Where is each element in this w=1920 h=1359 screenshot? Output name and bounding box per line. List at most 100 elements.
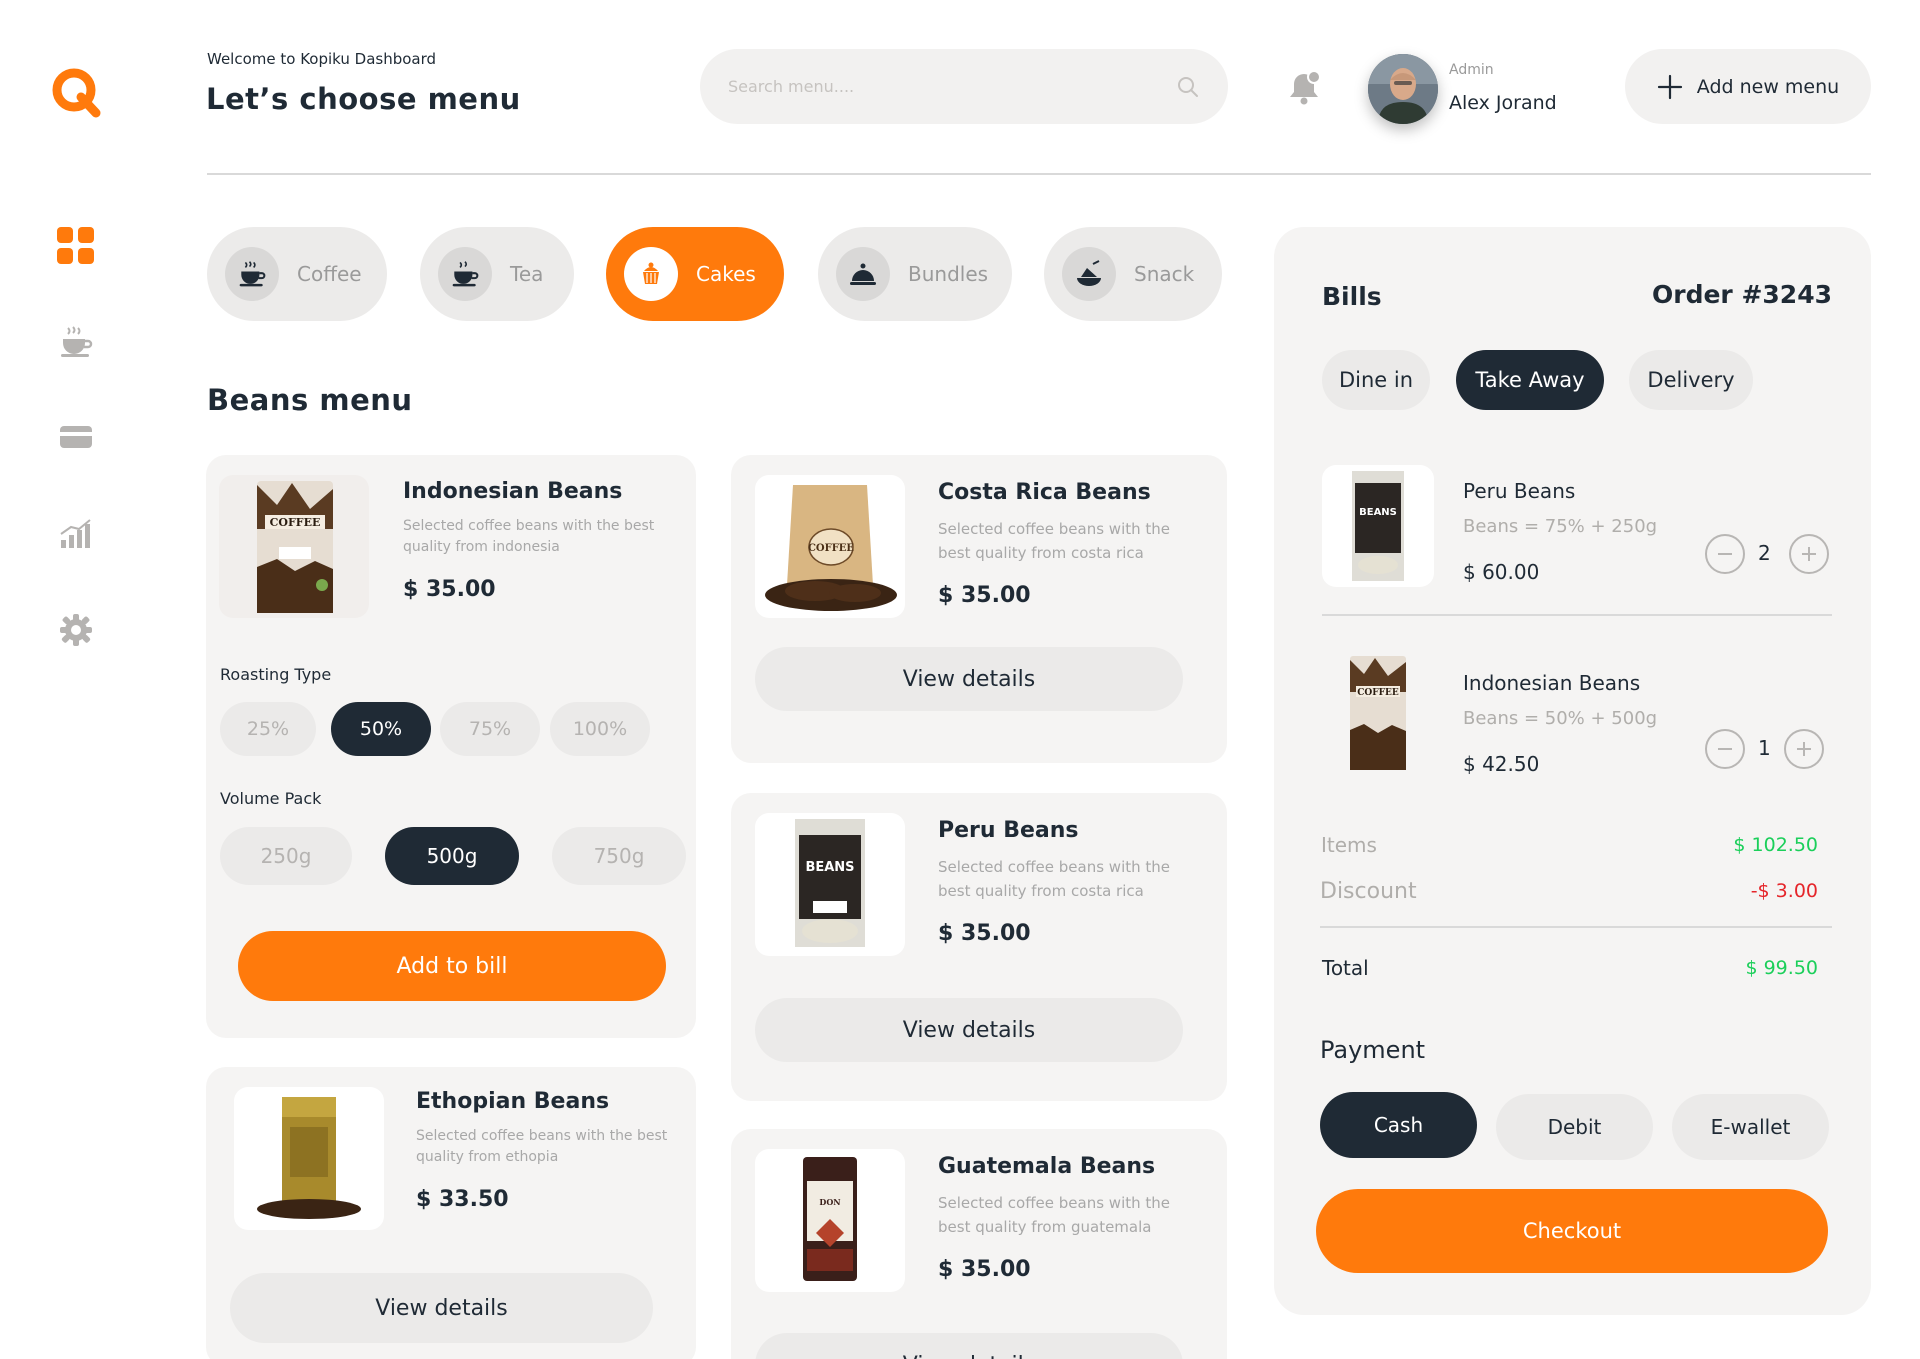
section-title: Beans menu (207, 383, 413, 417)
payment-cash-button[interactable]: Cash (1320, 1092, 1477, 1158)
search-input[interactable] (728, 77, 1176, 96)
coffee-cup-icon (61, 326, 93, 357)
plus-icon (1657, 74, 1682, 99)
roasting-option-25[interactable]: 25% (220, 702, 316, 756)
product-card-indonesian: COFFEE Indonesian Beans Selected coffee … (206, 455, 696, 1038)
roasting-option-75[interactable]: 75% (440, 702, 540, 756)
roasting-option-100[interactable]: 100% (550, 702, 650, 756)
search-icon[interactable] (1176, 75, 1200, 99)
coffee-bag-image: COFFEE (765, 485, 897, 611)
product-image (234, 1087, 384, 1230)
discount-label: Discount (1320, 879, 1417, 904)
category-coffee[interactable]: Coffee (207, 227, 387, 321)
coffee-cup-icon (239, 261, 266, 287)
header-divider (207, 173, 1871, 175)
avatar[interactable] (1368, 54, 1438, 124)
product-description: Selected coffee beans with the best qual… (403, 518, 655, 555)
sidebar-item-payments[interactable] (56, 417, 96, 457)
product-card-costa-rica: COFFEE Costa Rica Beans Selected coffee … (731, 455, 1227, 763)
bill-item-detail: Beans = 50% + 500g (1463, 708, 1658, 729)
product-card-guatemala: DON Guatemala Beans Selected coffee bean… (731, 1129, 1227, 1359)
product-price: $ 35.00 (938, 921, 1031, 946)
category-label: Bundles (908, 262, 989, 286)
product-card-peru: BEANS Peru Beans Selected coffee beans w… (731, 793, 1227, 1101)
coffee-bag-image: BEANS (795, 819, 865, 947)
checkout-button[interactable]: Checkout (1316, 1189, 1828, 1273)
credit-card-icon (60, 426, 92, 448)
snack-plate-icon (1077, 260, 1101, 286)
payment-debit-button[interactable]: Debit (1496, 1094, 1653, 1160)
category-label: Coffee (297, 262, 362, 286)
plus-icon (1797, 742, 1811, 756)
category-label: Cakes (696, 262, 756, 286)
category-bundles[interactable]: Bundles (818, 227, 1012, 321)
product-description: Selected coffee beans with the best qual… (938, 1194, 1171, 1236)
product-description: Selected coffee beans with the best qual… (416, 1128, 668, 1165)
category-snack[interactable]: Snack (1044, 227, 1222, 321)
view-details-button[interactable]: View details (230, 1273, 653, 1343)
quantity-decrease-button[interactable] (1705, 729, 1745, 769)
tea-cup-icon (452, 261, 479, 287)
view-details-button[interactable]: View details (755, 998, 1183, 1062)
sidebar-item-settings[interactable] (56, 610, 96, 650)
order-number: Order #3243 (1652, 280, 1832, 309)
quantity-increase-button[interactable] (1784, 729, 1824, 769)
view-details-button[interactable]: View details (755, 647, 1183, 711)
minus-icon (1718, 553, 1732, 555)
svg-text:COFFEE: COFFEE (808, 543, 854, 554)
svg-text:COFFEE: COFFEE (1357, 688, 1399, 698)
total-value: $ 99.50 (1745, 957, 1818, 979)
add-new-menu-button[interactable]: Add new menu (1625, 49, 1871, 124)
category-tea[interactable]: Tea (420, 227, 574, 321)
roasting-type-label: Roasting Type (220, 665, 332, 684)
bill-item-name: Peru Beans (1463, 479, 1576, 503)
coffee-bag-image: DON (803, 1157, 857, 1281)
order-type-dine-in[interactable]: Dine in (1322, 350, 1430, 410)
product-price: $ 35.00 (403, 577, 496, 602)
quantity-increase-button[interactable] (1789, 534, 1829, 574)
add-to-bill-button[interactable]: Add to bill (238, 931, 666, 1001)
cake-icon (643, 262, 659, 284)
volume-option-750g[interactable]: 750g (552, 827, 686, 885)
summary-divider (1320, 926, 1832, 928)
product-price: $ 35.00 (938, 1257, 1031, 1282)
user-role: Admin (1449, 62, 1494, 78)
welcome-text: Welcome to Kopiku Dashboard (207, 50, 437, 68)
bill-item-quantity: 2 (1758, 541, 1771, 565)
user-name: Alex Jorand (1449, 92, 1557, 114)
order-type-take-away[interactable]: Take Away (1456, 350, 1604, 410)
product-name: Costa Rica Beans (938, 480, 1151, 505)
product-price: $ 35.00 (938, 583, 1031, 608)
coffee-bag-image: COFFEE (1350, 656, 1406, 770)
product-image: BEANS (755, 813, 905, 956)
bill-divider (1322, 614, 1832, 616)
product-image: COFFEE (755, 475, 905, 618)
sidebar-item-dashboard[interactable] (56, 226, 96, 266)
sidebar-item-menu[interactable] (56, 322, 96, 362)
roasting-option-50[interactable]: 50% (331, 702, 431, 756)
notification-bell-icon[interactable] (1284, 68, 1324, 108)
coffee-bag-image (257, 1097, 361, 1219)
payment-ewallet-button[interactable]: E-wallet (1672, 1094, 1829, 1160)
plus-icon (1802, 547, 1816, 561)
search-bar[interactable] (700, 49, 1228, 124)
category-label: Snack (1134, 262, 1195, 286)
product-name: Peru Beans (938, 818, 1079, 843)
volume-option-500g[interactable]: 500g (385, 827, 519, 885)
items-label: Items (1321, 833, 1377, 857)
product-name: Ethopian Beans (416, 1089, 610, 1114)
volume-option-250g[interactable]: 250g (220, 827, 352, 885)
discount-value: -$ 3.00 (1750, 880, 1818, 902)
sidebar-item-analytics[interactable] (56, 514, 96, 554)
product-image: COFFEE (219, 475, 369, 618)
svg-text:COFFEE: COFFEE (270, 516, 321, 529)
bill-item-name: Indonesian Beans (1463, 671, 1641, 695)
quantity-decrease-button[interactable] (1705, 534, 1745, 574)
category-label: Tea (510, 262, 544, 286)
category-cakes[interactable]: Cakes (606, 227, 784, 321)
view-details-button[interactable]: View details (755, 1333, 1183, 1359)
volume-pack-label: Volume Pack (220, 789, 322, 808)
add-new-menu-label: Add new menu (1696, 75, 1840, 98)
bill-item-quantity: 1 (1758, 736, 1771, 760)
order-type-delivery[interactable]: Delivery (1629, 350, 1753, 410)
